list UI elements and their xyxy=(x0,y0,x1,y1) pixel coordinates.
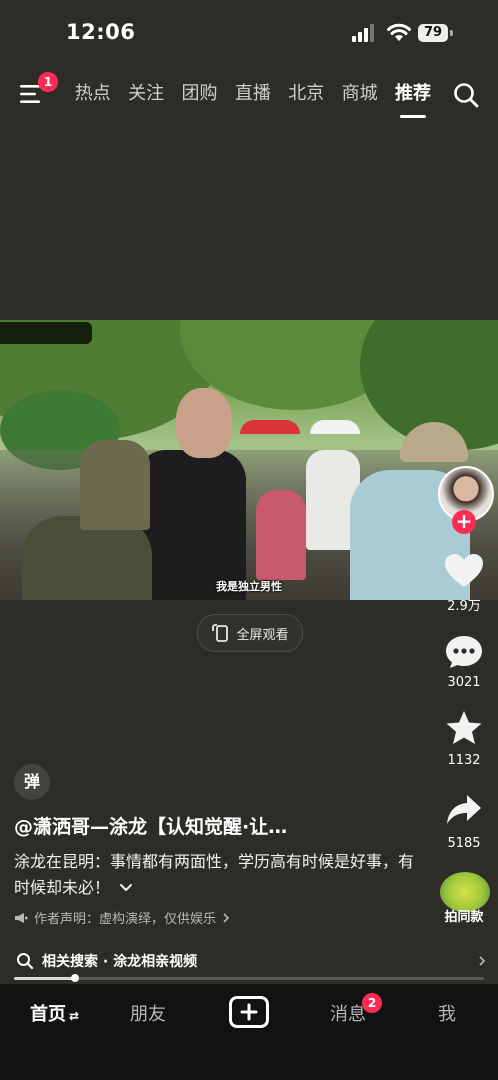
refresh-swap-icon: ⇄ xyxy=(69,1009,80,1023)
nav-friends[interactable]: 朋友 xyxy=(130,1000,166,1026)
chevron-right-icon xyxy=(479,956,486,966)
tab-live[interactable]: 直播 xyxy=(226,80,279,108)
favorite-count: 1132 xyxy=(447,753,481,768)
author-name[interactable]: @潇洒哥—涂龙【认知觉醒·让… xyxy=(14,812,287,839)
video-subtitle: 我是独立男性 xyxy=(216,580,282,593)
related-search-text: 相关搜索 · 涂龙相亲视频 xyxy=(42,954,198,970)
like-icon[interactable] xyxy=(444,553,484,589)
like-count: 2.9万 xyxy=(447,599,481,614)
tab-recommended[interactable]: 推荐 xyxy=(386,80,439,118)
video-progress-fill xyxy=(14,977,76,980)
fullscreen-button[interactable]: 全屏观看 xyxy=(197,614,303,652)
video-watermark xyxy=(0,322,92,344)
fullscreen-label: 全屏观看 xyxy=(236,627,289,643)
video-player[interactable] xyxy=(0,320,498,600)
nav-home[interactable]: 首页 ⇄ xyxy=(30,1000,79,1026)
tab-local[interactable]: 北京 xyxy=(280,80,333,108)
search-icon xyxy=(17,953,34,970)
nav-home-label: 首页 xyxy=(30,1004,66,1025)
favorite-star-icon[interactable] xyxy=(445,710,483,746)
menu-notification-badge: 1 xyxy=(38,72,58,92)
cellular-signal-icon xyxy=(352,24,374,42)
share-count: 5185 xyxy=(447,836,481,851)
nav-me[interactable]: 我 xyxy=(438,1000,456,1026)
tab-following[interactable]: 关注 xyxy=(119,80,172,108)
status-time: 12:06 xyxy=(66,20,136,44)
video-caption[interactable]: 涂龙在昆明：事情都有两面性，学历高有时候是好事，有时候却未必！ xyxy=(14,849,414,901)
video-progress-knob[interactable] xyxy=(71,974,80,982)
wifi-icon xyxy=(387,23,411,41)
chevron-down-icon[interactable] xyxy=(119,883,133,893)
nav-messages[interactable]: 消息 xyxy=(330,1000,366,1026)
related-search-bar[interactable]: 相关搜索 · 涂龙相亲视频 xyxy=(16,950,486,972)
top-tab-bar: 热点 关注 团购 直播 北京 商城 推荐 xyxy=(66,80,440,118)
comment-count: 3021 xyxy=(447,675,481,690)
danmu-button[interactable]: 弹 xyxy=(14,764,50,800)
battery-level: 79 xyxy=(423,25,443,40)
author-disclaimer[interactable]: 作者声明：虚构演绎，仅供娱乐 xyxy=(14,908,230,927)
tab-mall[interactable]: 商城 xyxy=(333,80,386,108)
follow-button[interactable]: + xyxy=(452,510,476,534)
megaphone-icon xyxy=(15,912,28,923)
battery-icon: 79 xyxy=(418,24,454,42)
comment-icon[interactable] xyxy=(445,634,483,670)
messages-badge: 2 xyxy=(362,993,382,1013)
share-icon[interactable] xyxy=(446,794,482,826)
tab-group-buy[interactable]: 团购 xyxy=(173,80,226,108)
tab-hot[interactable]: 热点 xyxy=(66,80,119,108)
same-style-label[interactable]: 拍同款 xyxy=(434,906,494,925)
video-progress-track[interactable] xyxy=(14,977,484,980)
plus-icon xyxy=(240,1003,258,1021)
search-icon[interactable] xyxy=(452,81,480,109)
caption-text: 涂龙在昆明：事情都有两面性，学历高有时候是好事，有时候却未必！ xyxy=(14,852,415,897)
rotate-screen-icon xyxy=(212,624,229,642)
chevron-right-icon xyxy=(223,912,230,923)
create-post-button[interactable] xyxy=(229,996,269,1028)
disclaimer-text: 作者声明：虚构演绎，仅供娱乐 xyxy=(34,912,217,927)
